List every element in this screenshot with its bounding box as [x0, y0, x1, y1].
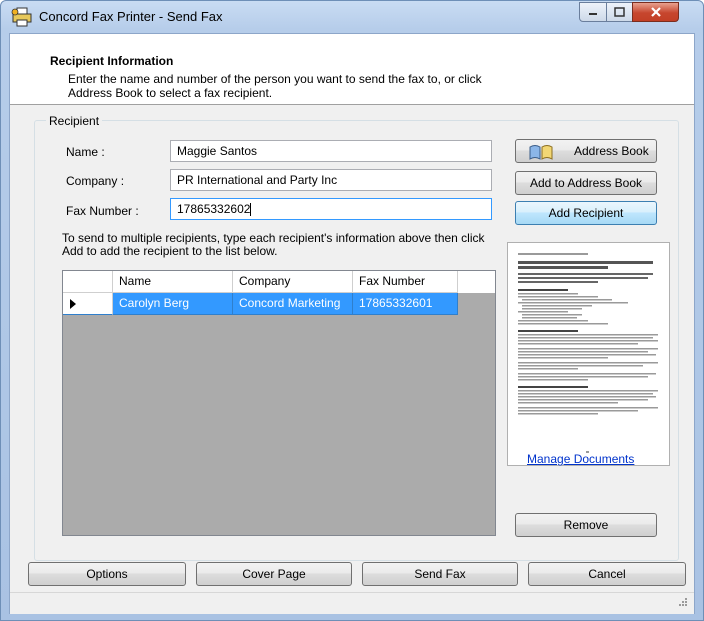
cell-fax-number[interactable]: 17865332601 — [353, 293, 458, 315]
header-description: Enter the name and number of the person … — [68, 72, 482, 100]
column-header-name[interactable]: Name — [113, 271, 233, 293]
column-header-company[interactable]: Company — [233, 271, 353, 293]
maximize-button[interactable] — [606, 2, 633, 22]
add-recipient-button[interactable]: Add Recipient — [515, 201, 657, 225]
grid-corner-cell — [63, 271, 113, 293]
cell-company[interactable]: Concord Marketing — [233, 293, 353, 315]
name-label: Name : — [66, 145, 105, 159]
table-row[interactable]: Carolyn Berg Concord Marketing 178653326… — [63, 293, 495, 315]
send-fax-button[interactable]: Send Fax — [362, 562, 518, 586]
minimize-button[interactable] — [579, 2, 607, 22]
remove-button[interactable]: Remove — [515, 513, 657, 537]
manage-documents-link[interactable]: Manage Documents — [527, 452, 634, 466]
grid-header-row: Name Company Fax Number — [63, 271, 495, 293]
cell-name[interactable]: Carolyn Berg — [113, 293, 233, 315]
multiple-recipients-instructions: To send to multiple recipients, type eac… — [62, 231, 485, 258]
minimize-icon — [589, 13, 597, 15]
fax-number-label: Fax Number : — [66, 204, 139, 218]
cancel-button[interactable]: Cancel — [528, 562, 686, 586]
dialog-client-area: Recipient Information Enter the name and… — [9, 33, 695, 614]
recipient-group-label: Recipient — [46, 114, 103, 128]
fax-number-field[interactable]: 17865332602 — [170, 198, 492, 220]
fax-printer-app-icon — [11, 7, 33, 27]
current-row-arrow-icon — [70, 299, 76, 309]
document-preview-thumbnail — [507, 242, 670, 466]
address-book-button[interactable]: Address Book — [515, 139, 657, 163]
options-button[interactable]: Options — [28, 562, 186, 586]
title-bar[interactable]: Concord Fax Printer - Send Fax — [1, 1, 703, 33]
close-button[interactable] — [632, 2, 679, 22]
column-header-fax-number[interactable]: Fax Number — [353, 271, 458, 293]
text-cursor — [250, 203, 252, 217]
company-label: Company : — [66, 174, 125, 188]
resize-grip-icon[interactable] — [676, 595, 688, 607]
close-icon — [650, 7, 661, 17]
send-fax-window: Concord Fax Printer - Send Fax Recipient… — [0, 0, 704, 621]
maximize-icon — [614, 7, 625, 17]
fax-number-value: 17865332602 — [177, 202, 251, 216]
address-book-label: Address Book — [574, 144, 649, 158]
cover-page-button[interactable]: Cover Page — [196, 562, 352, 586]
company-field[interactable]: PR International and Party Inc — [170, 169, 492, 191]
add-to-address-book-button[interactable]: Add to Address Book — [515, 171, 657, 195]
document-page-preview — [518, 253, 658, 453]
header-panel: Recipient Information Enter the name and… — [10, 34, 694, 105]
address-book-icon — [528, 143, 554, 168]
window-title: Concord Fax Printer - Send Fax — [39, 9, 223, 24]
row-selector-cell[interactable] — [63, 293, 113, 315]
recipients-grid[interactable]: Name Company Fax Number Carolyn Berg Con… — [62, 270, 496, 536]
name-field[interactable]: Maggie Santos — [170, 140, 492, 162]
status-strip — [10, 592, 694, 614]
header-title: Recipient Information — [50, 54, 174, 68]
